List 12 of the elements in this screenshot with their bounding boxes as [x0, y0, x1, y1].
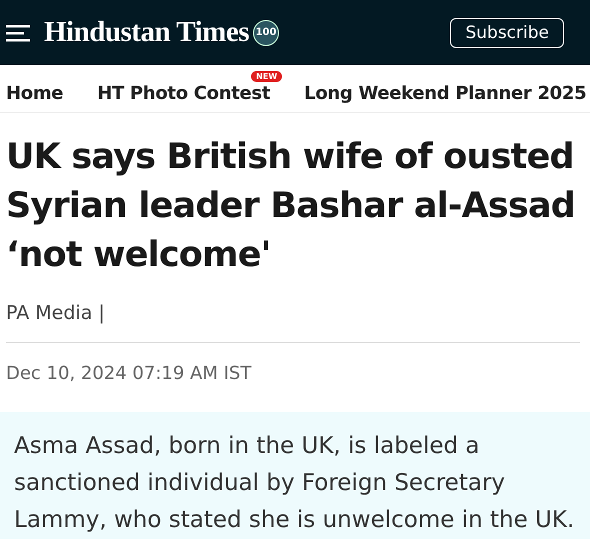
anniversary-badge: 100 [253, 20, 279, 46]
publish-date: Dec 10, 2024 07:19 AM IST [6, 363, 252, 384]
new-badge: NEW [251, 71, 282, 82]
logo[interactable]: Hindustan Times [44, 16, 249, 49]
nav-link[interactable]: Long Weekend Planner 2025 [304, 83, 586, 104]
menu-icon[interactable] [6, 24, 30, 42]
subscribe-button[interactable]: Subscribe [450, 18, 564, 48]
summary-text: Asma Assad, born in the UK, is labeled a sanctioned individual by Foreign Secretary Lammy, who stated she is unwelcome in the UK. [14, 432, 576, 535]
nav-link[interactable]: HT Photo Contest [97, 83, 270, 104]
headline: UK says British wife of ousted Syrian leader Bashar al-Assad ‘not welcome' [6, 136, 576, 277]
byline: PA Media | [6, 302, 106, 324]
nav-link[interactable]: Home [6, 83, 64, 104]
